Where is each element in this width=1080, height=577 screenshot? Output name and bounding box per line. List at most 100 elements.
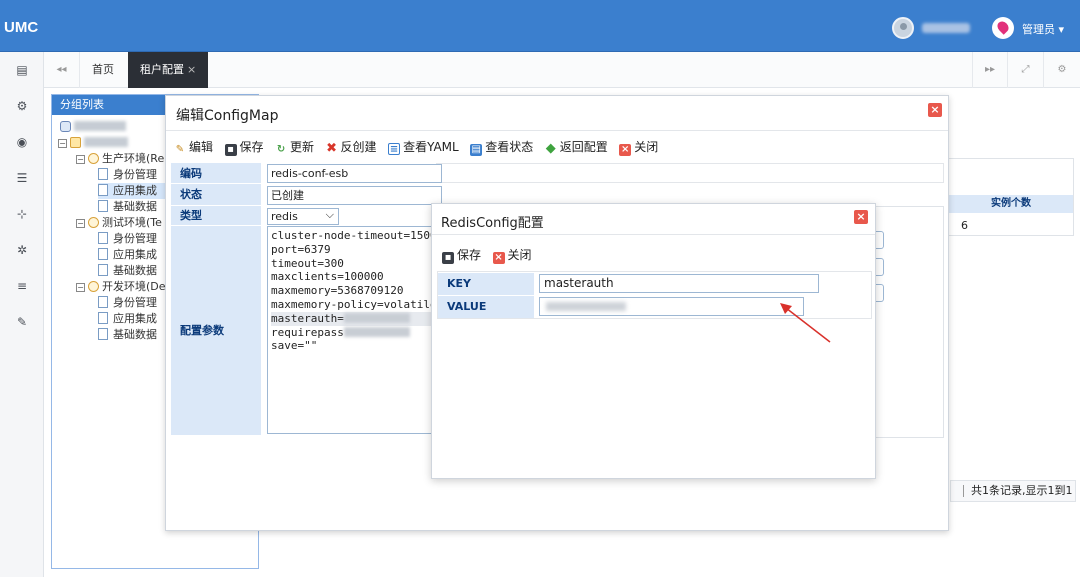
params-line: masterauth= — [271, 311, 344, 325]
eye-icon[interactable]: ◉ — [12, 134, 32, 150]
view-status-button[interactable]: ▤ 查看状态 — [470, 138, 533, 156]
save-button[interactable]: ▪ 保存 — [442, 246, 481, 264]
file-icon — [98, 264, 108, 276]
pagination-info: 共1条记录,显示1到1 — [950, 480, 1076, 502]
value-label: VALUE — [438, 296, 534, 318]
gear-icon[interactable]: ✲ — [12, 242, 32, 258]
tree-tenant-node[interactable]: − — [58, 135, 128, 151]
update-button[interactable]: ↻ 更新 — [275, 138, 314, 156]
wrench-icon[interactable]: ✎ — [12, 314, 32, 330]
collapse-icon[interactable]: − — [58, 139, 67, 148]
status-label: 状态 — [171, 184, 261, 206]
configmap-toolbar: ✎ 编辑 ▪ 保存 ↻ 更新 ✖ 反创建 ≡ 查看YAML ▤ 查看状态 ◆ 返回配置 × 关闭 — [174, 138, 666, 156]
id-card-icon[interactable]: ▤ — [12, 62, 32, 78]
uncreate-button[interactable]: ✖ 反创建 — [326, 138, 376, 155]
tree-leaf[interactable]: 应用集成 — [98, 311, 157, 327]
tab-scroll-left-icon[interactable]: ◂◂ — [44, 52, 80, 88]
tree-leaf[interactable]: 应用集成 — [98, 247, 157, 263]
row-action-handle[interactable] — [876, 231, 884, 249]
folder-icon — [70, 137, 81, 148]
value-field[interactable] — [539, 297, 804, 316]
server-icon[interactable]: ☰ — [12, 170, 32, 186]
tree-env-prod[interactable]: − 生产环境(Re — [76, 151, 164, 167]
close-icon: × — [492, 252, 505, 264]
floppy-icon: ▪ — [224, 144, 237, 156]
edit-button[interactable]: ✎ 编辑 — [174, 138, 213, 156]
close-button[interactable]: × 关闭 — [619, 138, 658, 156]
cogs-icon[interactable]: ⚙ — [12, 98, 32, 114]
save-button[interactable]: ▪ 保存 — [224, 138, 264, 156]
status-icon: ▤ — [470, 144, 483, 156]
tree-env-test[interactable]: − 测试环境(Te — [76, 215, 162, 231]
close-label: 关闭 — [634, 140, 659, 154]
env-icon — [88, 153, 99, 164]
collapse-icon[interactable]: − — [76, 283, 85, 292]
user-icon — [60, 121, 71, 132]
view-status-label: 查看状态 — [485, 140, 534, 154]
close-icon[interactable]: × — [928, 103, 942, 117]
row-action-handle[interactable] — [876, 284, 884, 302]
tree-root-user[interactable] — [60, 119, 126, 135]
tab-home[interactable]: 首页 — [80, 52, 126, 88]
collapse-icon[interactable]: − — [76, 219, 85, 228]
type-label: 类型 — [171, 206, 261, 226]
close-icon[interactable]: × — [187, 63, 196, 76]
pencil-icon: ✎ — [175, 144, 185, 155]
annotation-arrow — [780, 303, 831, 343]
close-icon: × — [619, 144, 632, 156]
arrow-head — [780, 303, 792, 314]
tree-label: 测试环境(Te — [102, 216, 162, 229]
redacted-value — [546, 302, 626, 311]
params-line: maxmemory-policy=volatile-lru — [271, 297, 441, 311]
tree-env-dev[interactable]: − 开发环境(De — [76, 279, 166, 295]
tree-label: 应用集成 — [113, 248, 157, 261]
tree-label: 身份管理 — [113, 168, 157, 181]
close-icon[interactable]: × — [854, 210, 868, 224]
fullscreen-icon[interactable]: ⤢ — [1008, 52, 1044, 88]
side-icon-rail: ▤ ⚙ ◉ ☰ ⊹ ✲ ≡ ✎ — [0, 52, 44, 577]
type-select[interactable]: redis — [267, 207, 339, 225]
back-label: 返回配置 — [559, 140, 608, 154]
dialog-title: RedisConfig配置 — [441, 216, 544, 231]
edit-label: 编辑 — [189, 140, 214, 154]
tab-scroll-right-icon[interactable]: ▸▸ — [972, 52, 1008, 88]
tree-leaf[interactable]: 身份管理 — [98, 295, 157, 311]
collapse-icon[interactable]: − — [76, 155, 85, 164]
file-icon — [98, 248, 108, 260]
file-icon — [98, 184, 108, 196]
tree-leaf[interactable]: 身份管理 — [98, 167, 157, 183]
tree-leaf-selected[interactable]: 应用集成 — [98, 183, 165, 199]
user-avatar[interactable] — [892, 17, 914, 39]
column-header-instance-count[interactable]: 实例个数 — [949, 195, 1073, 213]
tab-bar: ◂◂ 首页 租户配置 × ▸▸ ⤢ ⚙ — [44, 52, 1080, 88]
params-line: maxclients=100000 — [271, 270, 384, 284]
params-textarea[interactable]: cluster-node-timeout=15000 port=6379 tim… — [267, 226, 442, 434]
tree-leaf[interactable]: 基础数据 — [98, 263, 157, 279]
row-action-handle[interactable] — [876, 258, 884, 276]
params-line: maxmemory=5368709120 — [271, 284, 404, 298]
status-field[interactable]: 已创建 — [267, 186, 442, 205]
list-icon[interactable]: ≡ — [12, 278, 32, 294]
divider — [166, 130, 948, 131]
view-yaml-button[interactable]: ≡ 查看YAML — [388, 138, 459, 155]
env-icon — [88, 281, 99, 292]
back-to-config-button[interactable]: ◆ 返回配置 — [545, 138, 608, 155]
tree-leaf[interactable]: 基础数据 — [98, 327, 157, 343]
settings-icon[interactable]: ⚙ — [1044, 52, 1080, 88]
tab-tenant-config[interactable]: 租户配置 × — [128, 52, 209, 88]
code-field[interactable]: redis-conf-esb — [267, 164, 442, 183]
tree-label: 基础数据 — [113, 264, 157, 277]
close-button[interactable]: × 关闭 — [492, 246, 532, 264]
user-name-redacted — [922, 23, 970, 33]
tree-leaf[interactable]: 身份管理 — [98, 231, 157, 247]
tree-leaf[interactable]: 基础数据 — [98, 199, 157, 215]
sitemap-icon[interactable]: ⊹ — [12, 206, 32, 222]
close-label: 关闭 — [507, 248, 532, 262]
key-field[interactable]: masterauth — [539, 274, 819, 293]
env-icon — [88, 217, 99, 228]
admin-menu[interactable]: 管理员 ▾ — [1022, 21, 1064, 37]
app-logo[interactable]: UMC — [4, 19, 38, 36]
floppy-icon: ▪ — [442, 252, 454, 264]
admin-icon[interactable] — [992, 17, 1014, 39]
document-icon: ≡ — [388, 143, 401, 155]
